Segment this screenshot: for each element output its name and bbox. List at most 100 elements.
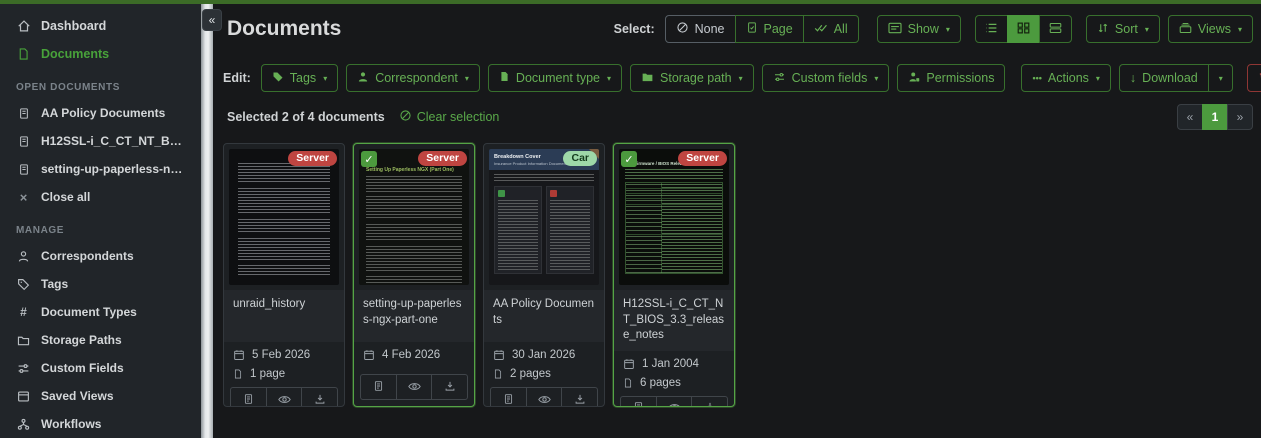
pagination-page-1[interactable]: 1 — [1202, 104, 1228, 130]
select-all-button[interactable]: All — [803, 15, 859, 43]
document-date: 4 Feb 2026 — [382, 349, 440, 361]
download-split-button: ↓ Download ▾ — [1119, 64, 1233, 92]
preview-document-button[interactable] — [656, 396, 693, 407]
download-document-button[interactable] — [691, 396, 728, 407]
sidebar-item-custom-fields[interactable]: Custom Fields — [0, 354, 201, 382]
hash-icon: # — [16, 305, 31, 319]
document-card[interactable]: Server unraid_history 5 Feb 2026 — [223, 143, 345, 407]
document-thumbnail[interactable]: ✓ Server Setting Up Paperless NGX (Part … — [354, 144, 474, 290]
open-doc-item[interactable]: AA Policy Documents — [0, 99, 201, 127]
document-title[interactable]: unraid_history — [224, 290, 344, 342]
select-none-button[interactable]: None — [665, 15, 736, 43]
preview-document-button[interactable] — [396, 374, 433, 400]
edit-permissions-button[interactable]: Permissions — [897, 64, 1005, 92]
sidebar-item-documents[interactable]: Documents — [0, 40, 201, 68]
tag-badge[interactable]: Car — [563, 151, 597, 166]
page-icon — [623, 377, 633, 389]
sidebar-item-workflows[interactable]: Workflows — [0, 410, 201, 438]
tag-icon — [272, 71, 284, 86]
edit-custom-fields-button[interactable]: Custom fields ▾ — [762, 64, 890, 92]
tag-badge[interactable]: Server — [288, 151, 337, 166]
header-row: Documents Select: None Page All — [223, 14, 1253, 44]
document-thumbnail[interactable]: Car Breakdown Cover Insurance Product In… — [484, 144, 604, 290]
document-meta: 30 Jan 2026 2 pages — [484, 342, 604, 387]
sidebar-item-document-types[interactable]: # Document Types — [0, 298, 201, 326]
caret-down-icon: ▾ — [1096, 74, 1100, 83]
document-title[interactable]: H12SSL-i_C_CT_NT_BIOS_3.3_release_notes — [614, 290, 734, 351]
insured-column — [494, 186, 542, 274]
edit-label: Edit: — [223, 71, 251, 85]
preview-document-button[interactable] — [526, 387, 563, 407]
document-thumbnail[interactable]: Server — [224, 144, 344, 290]
download-options-button[interactable]: ▾ — [1208, 64, 1233, 92]
actions-dropdown-button[interactable]: ••• Actions ▾ — [1021, 64, 1110, 92]
check-icon: ✓ — [624, 153, 633, 166]
sort-dropdown-button[interactable]: Sort ▾ — [1086, 15, 1160, 43]
download-button[interactable]: ↓ Download — [1119, 64, 1209, 92]
tag-icon — [16, 278, 31, 291]
download-tray-icon — [444, 380, 456, 395]
open-doc-item[interactable]: H12SSL-i_C_CT_NT_BIOS_3.3_rele... — [0, 127, 201, 155]
document-card[interactable]: ✓ Server Firmware / BIOS Release Notes F… — [613, 143, 735, 407]
card-action-bar — [230, 387, 338, 407]
download-document-button[interactable] — [561, 387, 598, 407]
sidebar-item-storage-paths[interactable]: Storage Paths — [0, 326, 201, 354]
card-text-icon — [888, 22, 902, 37]
document-title[interactable]: AA Policy Documents — [484, 290, 604, 342]
edit-document-button[interactable] — [620, 396, 657, 407]
sidebar-item-tags[interactable]: Tags — [0, 270, 201, 298]
preview-document-button[interactable] — [266, 387, 303, 407]
show-dropdown-button[interactable]: Show ▾ — [877, 15, 961, 43]
view-details-button[interactable] — [1039, 15, 1072, 43]
download-document-button[interactable] — [431, 374, 468, 400]
selected-checkbox[interactable]: ✓ — [621, 151, 637, 167]
document-pages: 6 pages — [640, 377, 681, 389]
edit-document-button[interactable] — [360, 374, 397, 400]
edit-document-type-button[interactable]: Document type ▾ — [488, 64, 622, 92]
select-label: Select: — [614, 22, 655, 36]
pagination-prev-button[interactable]: « — [1177, 104, 1203, 130]
open-doc-item[interactable]: setting-up-paperless-ngx-part-one — [0, 155, 201, 183]
file-check-icon — [746, 21, 758, 37]
edit-document-button[interactable] — [230, 387, 267, 407]
select-page-button[interactable]: Page — [735, 15, 804, 43]
close-all-button[interactable]: × Close all — [0, 183, 201, 211]
select-button-group: None Page All — [665, 15, 859, 43]
thumbnail-preview — [229, 149, 339, 285]
edit-correspondent-button[interactable]: Correspondent ▾ — [346, 64, 480, 92]
clear-selection-link[interactable]: Clear selection — [399, 109, 500, 125]
sidebar-item-saved-views[interactable]: Saved Views — [0, 382, 201, 410]
document-card[interactable]: ✓ Server Setting Up Paperless NGX (Part … — [353, 143, 475, 407]
views-dropdown-button[interactable]: Views ▾ — [1168, 15, 1253, 43]
document-thumbnail[interactable]: ✓ Server Firmware / BIOS Release Notes F… — [614, 144, 734, 290]
document-title[interactable]: setting-up-paperless-ngx-part-one — [354, 290, 474, 342]
card-action-bar — [620, 396, 728, 407]
tag-badge[interactable]: Server — [678, 151, 727, 166]
sidebar-item-correspondents[interactable]: Correspondents — [0, 242, 201, 270]
selected-checkbox[interactable]: ✓ — [361, 151, 377, 167]
edit-document-button[interactable] — [490, 387, 527, 407]
eye-icon — [538, 393, 551, 408]
tag-badge[interactable]: Server — [418, 151, 467, 166]
edit-storage-path-button[interactable]: Storage path ▾ — [630, 64, 754, 92]
thumbnail-preview: Breakdown Cover Insurance Product Inform… — [489, 149, 599, 285]
view-list-button[interactable] — [975, 15, 1008, 43]
manage-item-label: Saved Views — [41, 389, 114, 403]
view-grid-button[interactable] — [1007, 15, 1040, 43]
manage-item-label: Document Types — [41, 305, 137, 319]
manage-header: MANAGE — [0, 211, 201, 242]
edit-tags-button[interactable]: Tags ▾ — [261, 64, 338, 92]
download-document-button[interactable] — [301, 387, 338, 407]
document-date-row: 4 Feb 2026 — [363, 349, 465, 361]
pagination-next-button[interactable]: » — [1227, 104, 1253, 130]
document-date: 1 Jan 2004 — [642, 358, 699, 370]
view-toggle-group — [975, 15, 1072, 43]
delete-button[interactable]: Delete — [1247, 64, 1261, 92]
sidebar-collapse-button[interactable]: « — [202, 9, 222, 31]
rows-icon — [1049, 22, 1062, 37]
sidebar-item-dashboard[interactable]: Dashboard — [0, 12, 201, 40]
document-card[interactable]: Car Breakdown Cover Insurance Product In… — [483, 143, 605, 407]
sidebar-scrollbar[interactable] — [201, 0, 213, 438]
sidebar-item-label: Documents — [41, 47, 109, 61]
folder-icon — [641, 71, 654, 86]
